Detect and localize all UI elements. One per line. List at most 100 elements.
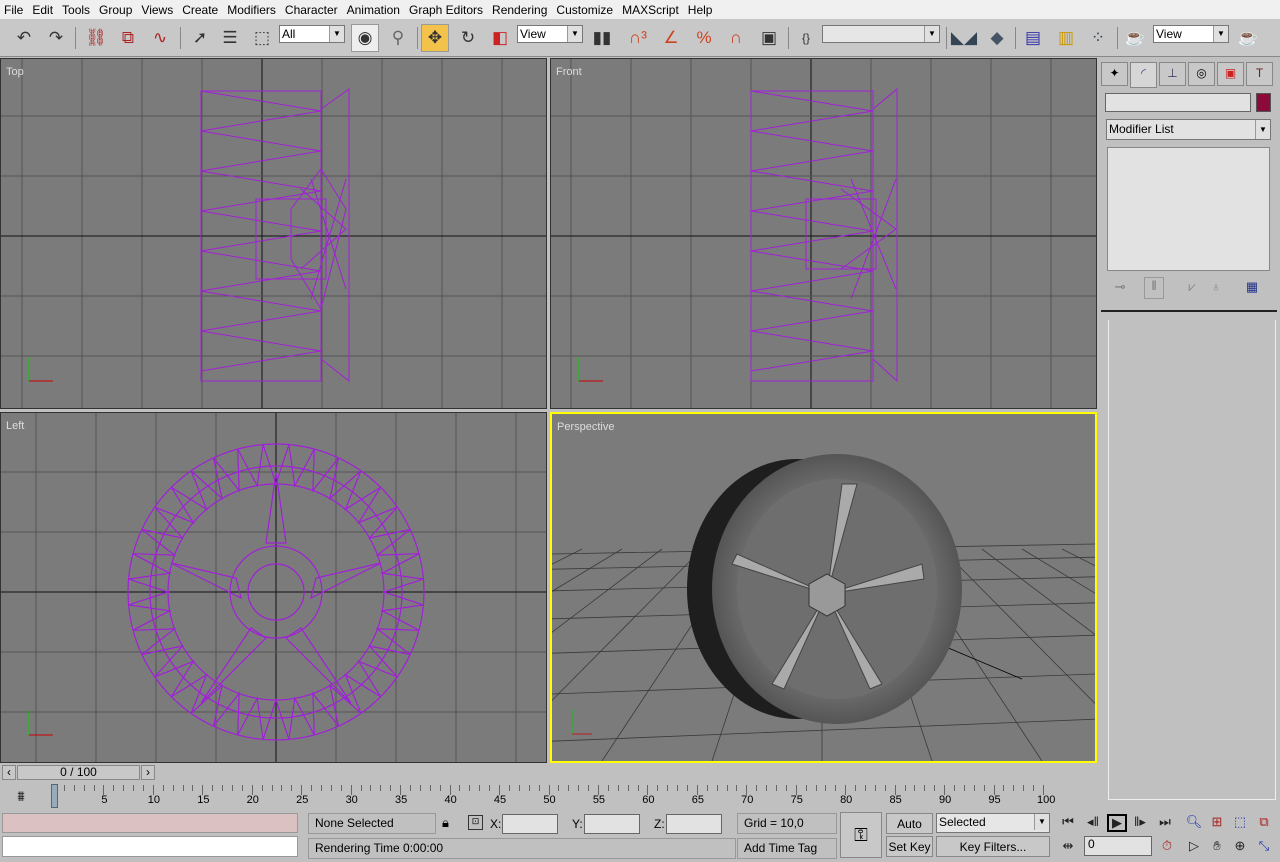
modifier-stack[interactable] <box>1107 147 1270 271</box>
configure-modifier-sets-icon[interactable]: ▦ <box>1242 279 1262 295</box>
reference-coordinate-dropdown[interactable]: View ▼ <box>517 25 583 43</box>
arc-rotate-icon[interactable]: ⊕ <box>1230 838 1250 854</box>
select-by-name-icon[interactable]: ☰ <box>216 24 244 52</box>
viewport-top[interactable]: Top <box>0 58 547 409</box>
angle-snap-icon[interactable]: ∠ <box>657 24 685 52</box>
key-mode-dropdown[interactable]: Selected ▼ <box>936 813 1050 833</box>
rectangular-selection-icon[interactable]: ⬚ <box>248 24 276 52</box>
current-frame-input[interactable]: 0 <box>1084 836 1152 856</box>
zoom-all-icon[interactable]: ⊞ <box>1207 814 1227 830</box>
set-key-icon[interactable]: ⚿ <box>840 812 882 858</box>
remove-modifier-icon[interactable]: ♁ <box>1206 279 1226 294</box>
viewport-label[interactable]: Left <box>6 420 24 432</box>
spinner-snap-icon[interactable]: ∩ <box>722 24 750 52</box>
align-icon[interactable]: ◆ <box>983 24 1011 52</box>
menu-group[interactable]: Group <box>99 3 132 17</box>
scale-icon[interactable]: ◧ <box>486 24 514 52</box>
menu-create[interactable]: Create <box>182 3 218 17</box>
select-object-icon[interactable]: ➚ <box>186 24 214 52</box>
menu-rendering[interactable]: Rendering <box>492 3 547 17</box>
x-coordinate-input[interactable] <box>502 814 558 834</box>
object-name-input[interactable] <box>1105 93 1251 112</box>
viewport-label[interactable]: Top <box>6 66 24 78</box>
make-unique-icon[interactable]: ⩗ <box>1182 279 1202 295</box>
snap-3d-icon[interactable]: ∩³ <box>624 24 652 52</box>
zoom-extents-all-icon[interactable]: ⧉ <box>1254 814 1274 830</box>
menu-tools[interactable]: Tools <box>62 3 90 17</box>
create-icon[interactable]: ✦ <box>1101 62 1128 86</box>
selection-filter-dropdown[interactable]: All ▼ <box>279 25 345 43</box>
time-configuration-icon[interactable]: ⏱ <box>1157 838 1177 854</box>
undo-icon[interactable]: ↶ <box>10 24 38 52</box>
field-of-view-icon[interactable]: ▷ <box>1184 838 1204 854</box>
render-scene-icon[interactable]: ☕ <box>1121 24 1149 52</box>
play-icon[interactable]: ▶ <box>1107 814 1127 832</box>
key-filters-button[interactable]: Key Filters... <box>936 836 1050 857</box>
percent-snap-icon[interactable]: % <box>690 24 718 52</box>
named-selection-icon[interactable]: ▣ <box>755 24 783 52</box>
menu-modifiers[interactable]: Modifiers <box>227 3 276 17</box>
rotate-icon[interactable]: ↻ <box>454 24 482 52</box>
z-coordinate-input[interactable] <box>666 814 722 834</box>
set-key-button[interactable]: Set Key <box>886 836 933 857</box>
time-slider-track[interactable]: ‹ 0 / 100 › <box>0 764 1097 782</box>
render-type-dropdown[interactable]: View ▼ <box>1153 25 1229 43</box>
menu-views[interactable]: Views <box>141 3 173 17</box>
utilities-icon[interactable]: T <box>1246 62 1273 86</box>
select-and-link-icon[interactable]: ⛓ <box>82 24 110 52</box>
curve-editor-icon[interactable]: ▤ <box>1019 24 1047 52</box>
zoom-extents-icon[interactable]: ⬚ <box>1230 814 1250 830</box>
viewport-label[interactable]: Perspective <box>557 421 614 433</box>
mirror-icon[interactable]: ◣◢ <box>950 24 978 52</box>
menu-maxscript[interactable]: MAXScript <box>622 3 679 17</box>
menu-character[interactable]: Character <box>285 3 338 17</box>
motion-icon[interactable]: ◎ <box>1188 62 1215 86</box>
unlink-icon[interactable]: ⧉ <box>114 24 142 52</box>
absolute-mode-icon[interactable]: ⊡ <box>468 815 483 830</box>
bind-space-warp-icon[interactable]: ∿ <box>146 24 174 52</box>
menu-graph-editors[interactable]: Graph Editors <box>409 3 483 17</box>
modifier-list-dropdown[interactable]: Modifier List ▼ <box>1106 119 1271 140</box>
pan-icon[interactable]: ✋︎ <box>1207 838 1227 854</box>
schematic-view-icon[interactable]: ▥ <box>1052 24 1080 52</box>
move-icon[interactable]: ✥ <box>421 24 449 52</box>
key-mode-toggle-icon[interactable]: ⇹ <box>1058 838 1078 854</box>
menu-customize[interactable]: Customize <box>556 3 613 17</box>
selection-center-icon[interactable]: ⚲ <box>384 24 412 52</box>
viewport-front[interactable]: Front <box>550 58 1097 409</box>
object-color-swatch[interactable] <box>1256 93 1271 112</box>
modify-icon[interactable]: ◜ <box>1130 62 1157 88</box>
quick-render-icon[interactable]: ☕ <box>1234 24 1262 52</box>
track-bar[interactable]: 0510152025303540455055606570758085909510… <box>0 782 1097 810</box>
auto-key-button[interactable]: Auto Key <box>886 813 933 851</box>
next-frame-button[interactable]: › <box>141 765 155 780</box>
menu-file[interactable]: File <box>4 3 23 17</box>
display-icon[interactable]: ▣ <box>1217 62 1244 86</box>
material-editor-icon[interactable]: ⁘ <box>1084 24 1112 52</box>
pin-stack-icon[interactable]: ⊸ <box>1110 279 1130 295</box>
viewport-left[interactable]: Left <box>0 412 547 763</box>
menu-edit[interactable]: Edit <box>32 3 53 17</box>
redo-icon[interactable]: ↷ <box>42 24 70 52</box>
edit-named-selection-icon[interactable]: {} <box>792 24 820 52</box>
time-slider[interactable]: 0 / 100 <box>17 765 140 780</box>
window-crossing-icon[interactable]: ◉ <box>351 24 379 52</box>
maximize-viewport-icon[interactable]: ⤡ <box>1254 838 1274 854</box>
prev-frame-button[interactable]: ‹ <box>2 765 16 780</box>
previous-frame-icon[interactable]: ◂‖ <box>1083 814 1103 830</box>
zoom-icon[interactable]: 🔍︎ <box>1184 814 1204 830</box>
go-to-start-icon[interactable]: ⏮ <box>1058 814 1078 830</box>
current-frame-marker[interactable] <box>51 784 58 808</box>
named-selection-dropdown[interactable]: ▼ <box>822 25 940 43</box>
add-time-tag[interactable]: Add Time Tag <box>737 838 837 859</box>
next-frame-icon[interactable]: ‖▸ <box>1130 814 1150 830</box>
y-coordinate-input[interactable] <box>584 814 640 834</box>
show-end-result-icon[interactable]: ‖ <box>1144 277 1164 299</box>
viewport-label[interactable]: Front <box>556 66 582 78</box>
lock-selection-icon[interactable]: 🔒︎ <box>442 815 449 831</box>
viewport-perspective[interactable]: Perspective <box>550 412 1097 763</box>
prompt-line[interactable] <box>2 836 298 857</box>
hierarchy-icon[interactable]: ⊥ <box>1159 62 1186 86</box>
go-to-end-icon[interactable]: ⏭ <box>1155 814 1175 830</box>
menu-help[interactable]: Help <box>688 3 713 17</box>
